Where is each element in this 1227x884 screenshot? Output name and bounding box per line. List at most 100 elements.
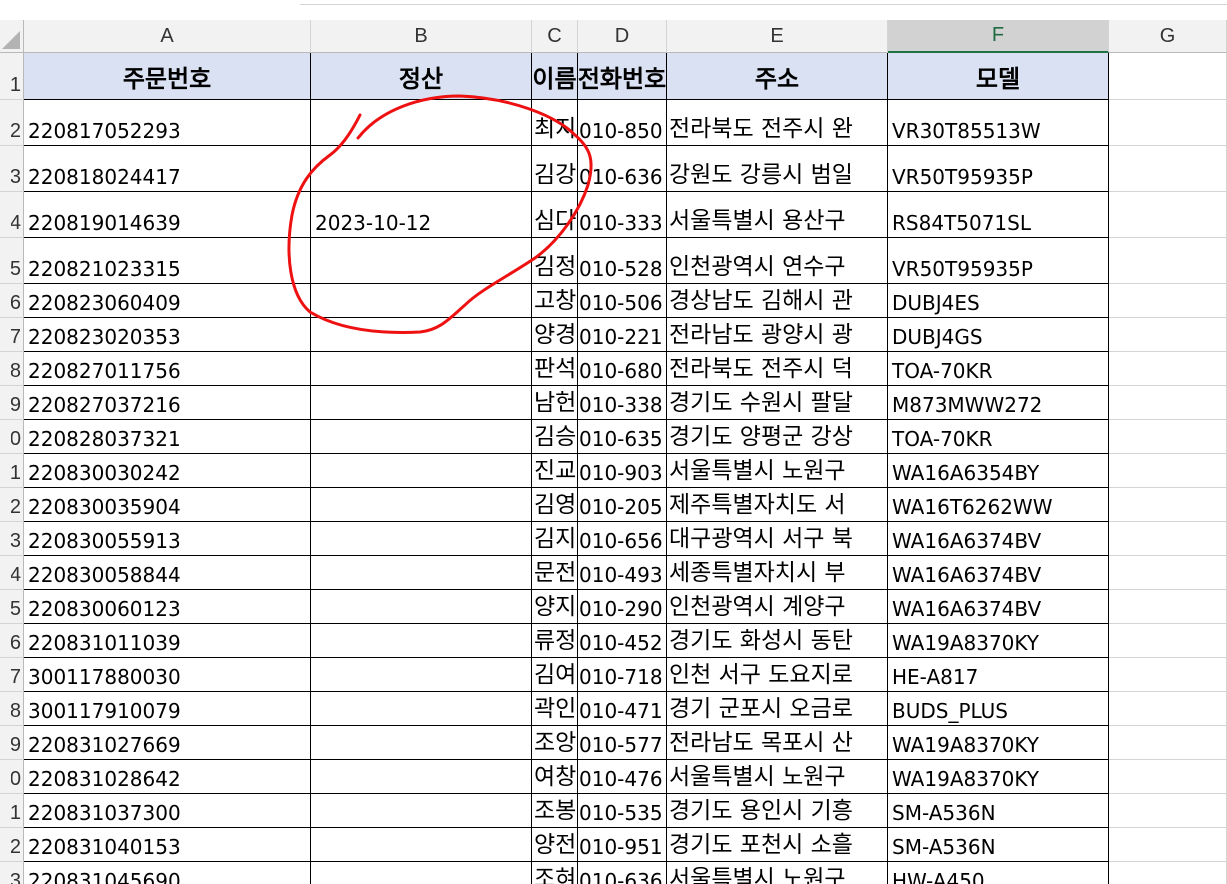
- cell-d9[interactable]: 010-338: [578, 386, 667, 420]
- cell-b2[interactable]: [311, 100, 532, 146]
- cell-a14[interactable]: 220830058844: [24, 556, 311, 590]
- row-header-9[interactable]: 9: [0, 386, 24, 420]
- cell-d10[interactable]: 010-635: [578, 420, 667, 454]
- row-header-7[interactable]: 7: [0, 318, 24, 352]
- cell-b22[interactable]: [311, 828, 532, 862]
- cell-c13[interactable]: 김지: [532, 522, 578, 556]
- cell-g14[interactable]: [1109, 556, 1227, 590]
- cell-e6[interactable]: 경상남도 김해시 관: [667, 284, 888, 318]
- cell-e15[interactable]: 인천광역시 계양구: [667, 590, 888, 624]
- row-header-5[interactable]: 5: [0, 238, 24, 284]
- row-header-3[interactable]: 3: [0, 146, 24, 192]
- cell-c20[interactable]: 여창: [532, 760, 578, 794]
- cell-a8[interactable]: 220827011756: [24, 352, 311, 386]
- cell-f5[interactable]: VR50T95935P: [888, 238, 1109, 284]
- cell-c12[interactable]: 김영: [532, 488, 578, 522]
- header-cell-f[interactable]: 모델: [888, 53, 1109, 100]
- cell-d8[interactable]: 010-680: [578, 352, 667, 386]
- cell-a13[interactable]: 220830055913: [24, 522, 311, 556]
- cell-d3[interactable]: 010-636: [578, 146, 667, 192]
- cell-a20[interactable]: 220831028642: [24, 760, 311, 794]
- cell-d13[interactable]: 010-656: [578, 522, 667, 556]
- cell-g4[interactable]: [1109, 192, 1227, 238]
- cell-e17[interactable]: 인천 서구 도요지로: [667, 658, 888, 692]
- cell-d2[interactable]: 010-850: [578, 100, 667, 146]
- cell-d5[interactable]: 010-528: [578, 238, 667, 284]
- cell-b3[interactable]: [311, 146, 532, 192]
- cell-e4[interactable]: 서울특별시 용산구: [667, 192, 888, 238]
- cell-e18[interactable]: 경기 군포시 오금로: [667, 692, 888, 726]
- cell-a21[interactable]: 220831037300: [24, 794, 311, 828]
- cell-a4[interactable]: 220819014639: [24, 192, 311, 238]
- cell-e23[interactable]: 서울특별시 노원구: [667, 862, 888, 884]
- cell-b19[interactable]: [311, 726, 532, 760]
- cell-f2[interactable]: VR30T85513W: [888, 100, 1109, 146]
- cell-g2[interactable]: [1109, 100, 1227, 146]
- row-header-23[interactable]: 23: [0, 862, 24, 884]
- cell-e7[interactable]: 전라남도 광양시 광: [667, 318, 888, 352]
- cell-e12[interactable]: 제주특별자치도 서: [667, 488, 888, 522]
- cell-b15[interactable]: [311, 590, 532, 624]
- cell-g6[interactable]: [1109, 284, 1227, 318]
- column-header-a[interactable]: A: [24, 20, 311, 53]
- row-header-19[interactable]: 19: [0, 726, 24, 760]
- cell-a7[interactable]: 220823020353: [24, 318, 311, 352]
- row-header-15[interactable]: 15: [0, 590, 24, 624]
- cell-d6[interactable]: 010-506: [578, 284, 667, 318]
- cell-a23[interactable]: 220831045690: [24, 862, 311, 884]
- cell-f9[interactable]: M873MWW272: [888, 386, 1109, 420]
- cell-f15[interactable]: WA16A6374BV: [888, 590, 1109, 624]
- cell-b8[interactable]: [311, 352, 532, 386]
- cell-d23[interactable]: 010-636: [578, 862, 667, 884]
- row-header-20[interactable]: 20: [0, 760, 24, 794]
- cell-a19[interactable]: 220831027669: [24, 726, 311, 760]
- cell-c7[interactable]: 양경: [532, 318, 578, 352]
- cell-f23[interactable]: HW-A450: [888, 862, 1109, 884]
- cell-e8[interactable]: 전라북도 전주시 덕: [667, 352, 888, 386]
- cell-a16[interactable]: 220831011039: [24, 624, 311, 658]
- select-all-button[interactable]: [0, 20, 24, 53]
- cell-d12[interactable]: 010-205: [578, 488, 667, 522]
- cell-g13[interactable]: [1109, 522, 1227, 556]
- cell-b11[interactable]: [311, 454, 532, 488]
- cell-g18[interactable]: [1109, 692, 1227, 726]
- cell-g10[interactable]: [1109, 420, 1227, 454]
- cell-b6[interactable]: [311, 284, 532, 318]
- cell-c15[interactable]: 양지: [532, 590, 578, 624]
- header-cell-e[interactable]: 주소: [667, 53, 888, 100]
- cell-f12[interactable]: WA16T6262WW: [888, 488, 1109, 522]
- cell-a15[interactable]: 220830060123: [24, 590, 311, 624]
- cell-g1[interactable]: [1109, 53, 1227, 100]
- cell-g9[interactable]: [1109, 386, 1227, 420]
- cell-g12[interactable]: [1109, 488, 1227, 522]
- cell-f13[interactable]: WA16A6374BV: [888, 522, 1109, 556]
- cell-b4[interactable]: 2023-10-12: [311, 192, 532, 238]
- cell-b18[interactable]: [311, 692, 532, 726]
- cell-c19[interactable]: 조앙: [532, 726, 578, 760]
- column-header-c[interactable]: C: [532, 20, 578, 53]
- cell-g17[interactable]: [1109, 658, 1227, 692]
- cell-d18[interactable]: 010-471: [578, 692, 667, 726]
- cell-d16[interactable]: 010-452: [578, 624, 667, 658]
- cell-d22[interactable]: 010-951: [578, 828, 667, 862]
- cell-c18[interactable]: 곽인: [532, 692, 578, 726]
- cell-b16[interactable]: [311, 624, 532, 658]
- cell-f18[interactable]: BUDS_PLUS: [888, 692, 1109, 726]
- cell-e13[interactable]: 대구광역시 서구 북: [667, 522, 888, 556]
- cell-e21[interactable]: 경기도 용인시 기흥: [667, 794, 888, 828]
- cell-a17[interactable]: 300117880030: [24, 658, 311, 692]
- cell-e16[interactable]: 경기도 화성시 동탄: [667, 624, 888, 658]
- cell-e3[interactable]: 강원도 강릉시 범일: [667, 146, 888, 192]
- column-header-f[interactable]: F: [888, 20, 1109, 53]
- cell-d11[interactable]: 010-903: [578, 454, 667, 488]
- cell-g15[interactable]: [1109, 590, 1227, 624]
- cell-c6[interactable]: 고창: [532, 284, 578, 318]
- cell-b13[interactable]: [311, 522, 532, 556]
- cell-c2[interactable]: 최지: [532, 100, 578, 146]
- cell-f7[interactable]: DUBJ4GS: [888, 318, 1109, 352]
- cell-f17[interactable]: HE-A817: [888, 658, 1109, 692]
- cell-a12[interactable]: 220830035904: [24, 488, 311, 522]
- cell-e5[interactable]: 인천광역시 연수구: [667, 238, 888, 284]
- row-header-21[interactable]: 21: [0, 794, 24, 828]
- cell-a18[interactable]: 300117910079: [24, 692, 311, 726]
